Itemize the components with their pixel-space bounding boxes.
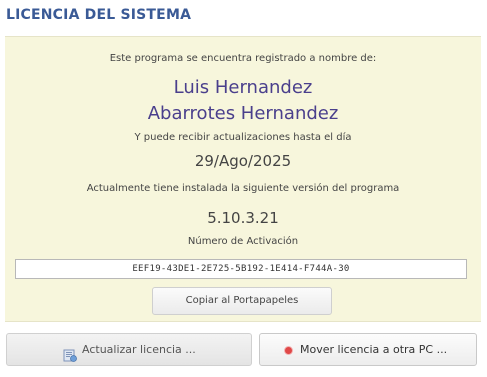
license-panel: Este programa se encuentra registrado a … bbox=[5, 36, 481, 322]
move-license-button[interactable]: Mover licencia a otra PC ... bbox=[259, 333, 477, 366]
owner-name: Luis Hernandez bbox=[173, 77, 313, 98]
company-name: Abarrotes Hernandez bbox=[147, 103, 339, 124]
activation-label: Número de Activación bbox=[187, 236, 299, 247]
red-dot-icon bbox=[285, 347, 292, 354]
activation-number-field[interactable]: EEF19-43DE1-2E725-5B192-1E414-F744A-30 bbox=[15, 259, 467, 279]
copy-to-clipboard-button[interactable]: Copiar al Portapapeles bbox=[152, 287, 332, 315]
window-title: LICENCIA DEL SISTEMA bbox=[6, 7, 192, 23]
move-license-label: Mover licencia a otra PC ... bbox=[300, 343, 448, 356]
registered-to-text: Este programa se encuentra registrado a … bbox=[109, 53, 377, 64]
version-number: 5.10.3.21 bbox=[207, 209, 279, 227]
updates-until-text: Y puede recibir actualizaciones hasta el… bbox=[134, 132, 352, 143]
installed-version-text: Actualmente tiene instalada la siguiente… bbox=[86, 183, 400, 194]
license-update-icon bbox=[63, 343, 77, 362]
updates-until-date: 29/Ago/2025 bbox=[194, 152, 292, 170]
update-license-button[interactable]: Actualizar licencia ... bbox=[6, 333, 252, 366]
update-license-label: Actualizar licencia ... bbox=[82, 343, 196, 356]
